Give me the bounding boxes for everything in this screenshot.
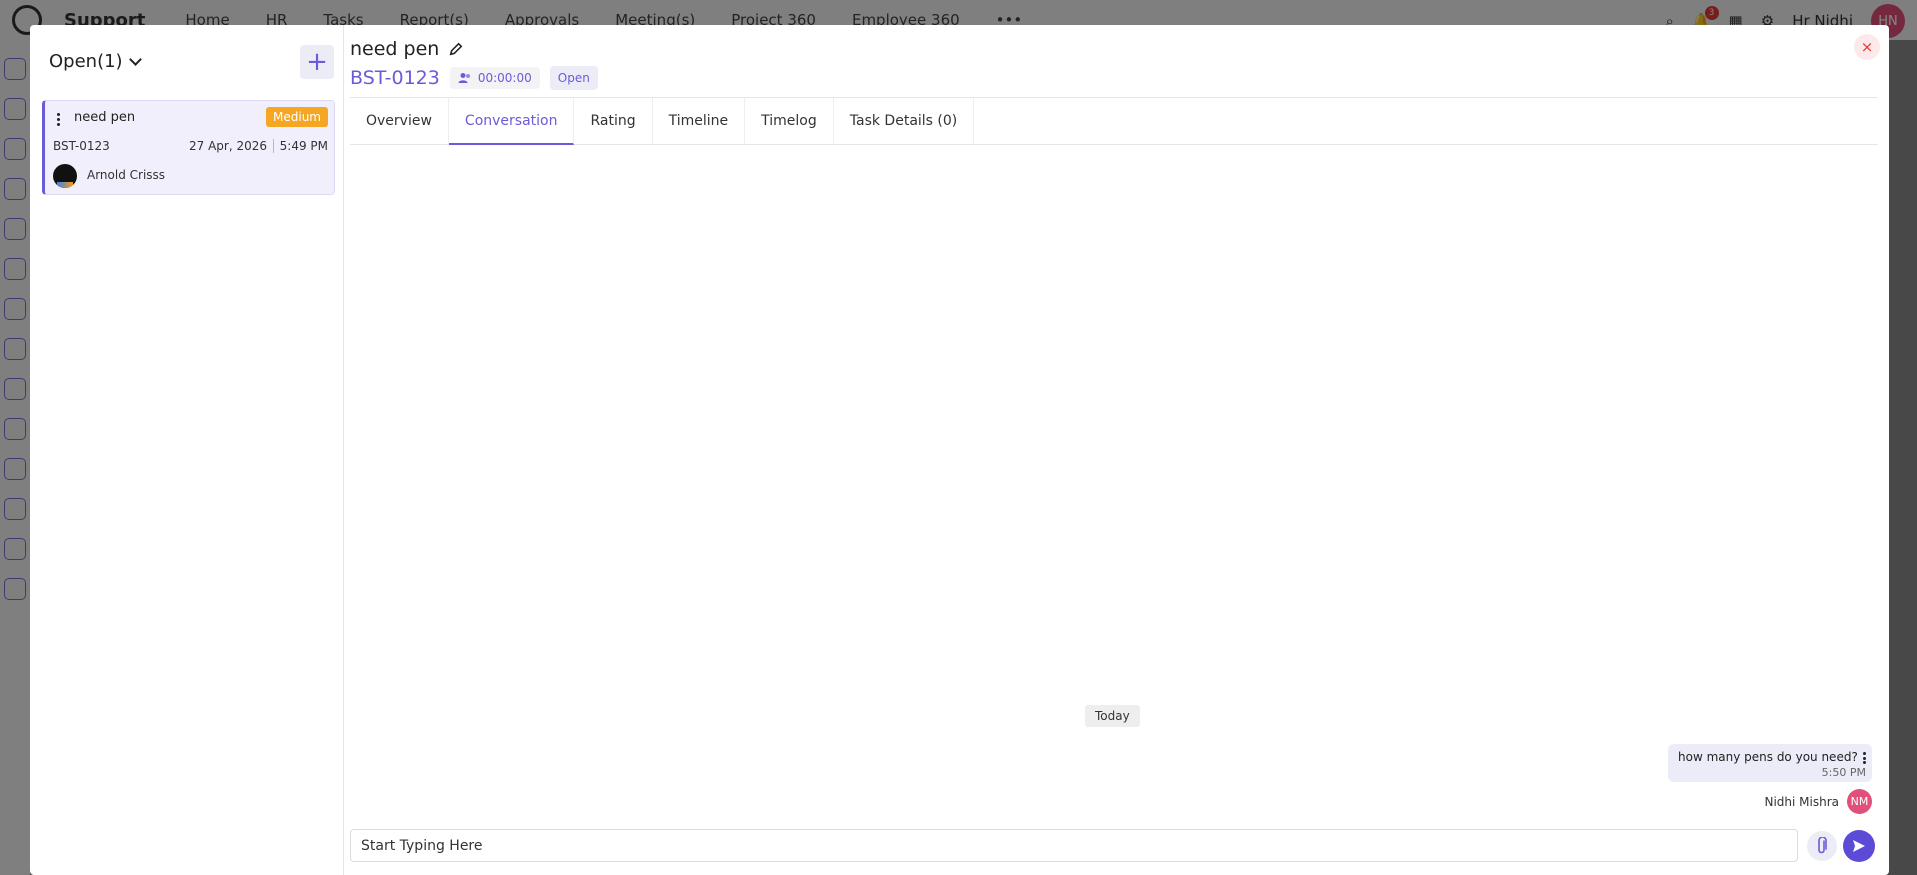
- ticket-modal: Open(1) + need pen Medium BST-0123 27 Ap…: [30, 25, 1889, 875]
- priority-badge: Medium: [266, 107, 328, 127]
- paperclip-icon: [1818, 837, 1827, 854]
- status-badge: Open: [549, 66, 598, 90]
- send-icon: [1853, 840, 1865, 852]
- chevron-down-icon: [128, 52, 142, 66]
- timer-value: 00:00:00: [477, 71, 532, 85]
- timer-chip[interactable]: 00:00:00: [449, 67, 540, 89]
- date-separator: Today: [1085, 705, 1140, 727]
- ticket-item-title: need pen: [74, 110, 136, 125]
- add-ticket-button[interactable]: +: [300, 45, 334, 79]
- assignee-name: Arnold Crisss: [87, 168, 166, 182]
- attach-button[interactable]: [1807, 831, 1837, 861]
- ticket-meta-row: BST-0123 00:00:00 Open: [350, 66, 598, 90]
- sender-avatar: NM: [1847, 789, 1872, 814]
- ticket-id: BST-0123: [350, 67, 440, 89]
- status-filter-label: Open(1): [49, 51, 123, 72]
- send-button[interactable]: [1843, 830, 1875, 862]
- ticket-item-time: 5:49 PM: [279, 139, 328, 153]
- message-sender: Nidhi Mishra NM: [1764, 789, 1872, 814]
- ticket-tabs: Overview Conversation Rating Timeline Ti…: [350, 98, 1878, 145]
- more-vertical-icon[interactable]: [57, 113, 60, 128]
- tab-overview[interactable]: Overview: [350, 98, 449, 144]
- pencil-icon[interactable]: [449, 42, 463, 56]
- users-icon: [458, 73, 470, 83]
- message-bubble: how many pens do you need? 5:50 PM: [1668, 744, 1872, 782]
- tab-timeline[interactable]: Timeline: [653, 98, 746, 144]
- tab-task-details[interactable]: Task Details (0): [834, 98, 975, 144]
- ticket-item-date: 27 Apr, 2026: [189, 139, 274, 153]
- ticket-item-id: BST-0123: [53, 139, 110, 153]
- tab-timelog[interactable]: Timelog: [745, 98, 834, 144]
- message-time: 5:50 PM: [1821, 766, 1866, 779]
- sender-name: Nidhi Mishra: [1764, 794, 1839, 809]
- ticket-title-row: need pen: [350, 38, 463, 60]
- message-input[interactable]: [350, 829, 1798, 862]
- ticket-list-panel: Open(1) + need pen Medium BST-0123 27 Ap…: [30, 25, 344, 875]
- tab-rating[interactable]: Rating: [574, 98, 653, 144]
- ticket-detail-panel: need pen BST-0123 00:00:00 Open × Overvi…: [350, 25, 1880, 875]
- ticket-title: need pen: [350, 38, 440, 60]
- more-vertical-icon[interactable]: [1863, 752, 1866, 766]
- message-text: how many pens do you need?: [1678, 750, 1858, 764]
- status-filter-dropdown[interactable]: Open(1): [49, 51, 142, 72]
- tab-conversation[interactable]: Conversation: [448, 98, 575, 145]
- assignee-avatar: [53, 164, 77, 188]
- ticket-list-item[interactable]: need pen Medium BST-0123 27 Apr, 2026 5:…: [42, 100, 335, 195]
- close-button[interactable]: ×: [1854, 34, 1880, 60]
